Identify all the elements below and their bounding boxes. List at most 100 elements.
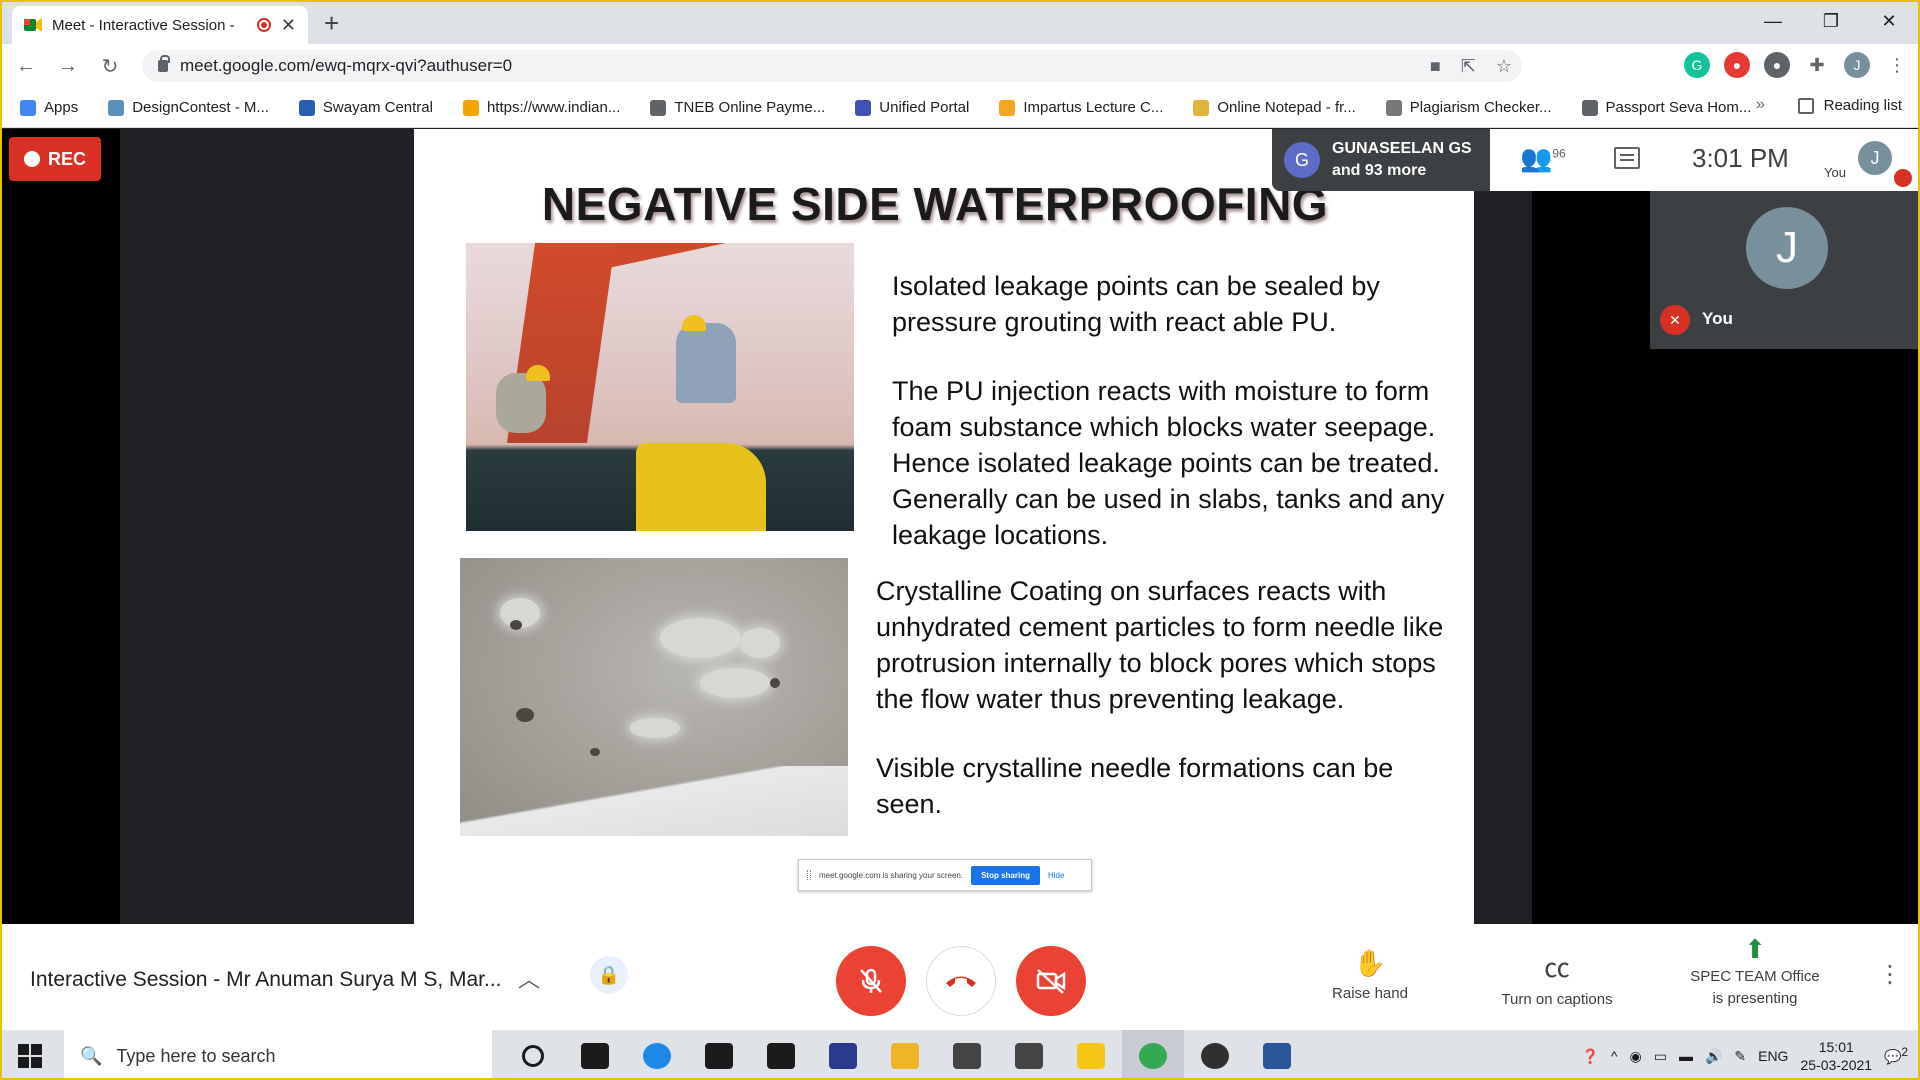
file-explorer-icon[interactable]	[874, 1030, 936, 1078]
bookmark-item[interactable]: Unified Portal	[855, 99, 969, 116]
grammarly-extension-icon[interactable]: G	[1684, 52, 1710, 78]
powershell-icon[interactable]	[812, 1030, 874, 1078]
extension-circle-icon[interactable]: ●	[1764, 52, 1790, 78]
leave-call-button[interactable]	[926, 946, 996, 1016]
slide-paragraph-1: Isolated leakage points can be sealed by…	[892, 271, 1380, 337]
drag-handle-icon[interactable]	[807, 870, 811, 880]
eraser-icon[interactable]	[998, 1030, 1060, 1078]
participants-button[interactable]: 👥96	[1520, 143, 1566, 174]
bookmark-item[interactable]: Impartus Lecture C...	[999, 99, 1163, 116]
battery-icon[interactable]: ▬	[1679, 1048, 1693, 1064]
store-glyph	[705, 1043, 733, 1069]
minimize-button[interactable]: —	[1744, 2, 1802, 40]
meeting-title[interactable]: Interactive Session - Mr Anuman Surya M …	[30, 968, 502, 992]
close-window-button[interactable]: ✕	[1860, 2, 1918, 40]
volume-icon[interactable]: 🔊	[1705, 1048, 1722, 1065]
show-hidden-icons-chevron-icon[interactable]: ^	[1611, 1048, 1618, 1064]
bookmark-item[interactable]: TNEB Online Payme...	[650, 99, 825, 116]
network-icon[interactable]: ▭	[1654, 1048, 1667, 1065]
bookmark-item[interactable]: Passport Seva Hom...	[1581, 99, 1751, 116]
self-video-tile[interactable]: J ✕ You	[1650, 191, 1918, 349]
bookmark-item[interactable]: DesignContest - M...	[108, 99, 269, 116]
new-tab-button[interactable]: +	[324, 8, 339, 39]
meeting-clock: 3:01 PM	[1692, 143, 1789, 173]
word-icon[interactable]	[1246, 1030, 1308, 1078]
edge-icon[interactable]	[626, 1030, 688, 1078]
taskbar-search[interactable]: 🔍 Type here to search	[64, 1030, 492, 1078]
mail-icon[interactable]	[936, 1030, 998, 1078]
bookmark-item[interactable]: Online Notepad - fr...	[1193, 99, 1356, 116]
imovie-star-glyph	[1077, 1043, 1105, 1069]
address-bar[interactable]: meet.google.com/ewq-mqrx-qvi?authuser=0 …	[142, 50, 1522, 82]
unmute-microphone-button[interactable]	[836, 946, 906, 1016]
language-indicator[interactable]: ENG	[1758, 1048, 1788, 1064]
bookmark-favicon-icon	[855, 99, 872, 116]
closed-captions-icon: ㏄	[1543, 953, 1570, 983]
chrome-menu-icon[interactable]: ⋮	[1884, 52, 1910, 78]
turn-on-camera-button[interactable]	[1016, 946, 1086, 1016]
bookmark-star-icon[interactable]: ☆	[1496, 56, 1512, 77]
extension-icon[interactable]: ●	[1724, 52, 1750, 78]
restore-button[interactable]: ❐	[1802, 2, 1860, 40]
more-bookmarks-chevron-icon[interactable]: »	[1756, 96, 1765, 114]
bookmark-item[interactable]: https://www.indian...	[462, 99, 621, 116]
stop-sharing-button[interactable]: Stop sharing	[971, 865, 1040, 885]
camera-icon[interactable]: ■	[1430, 56, 1441, 77]
task-view-glyph	[581, 1043, 609, 1069]
help-icon[interactable]: ❓	[1581, 1048, 1598, 1065]
chat-icon[interactable]	[1614, 147, 1640, 169]
host-controls-shield-icon[interactable]: 🔒	[590, 956, 628, 994]
store-icon[interactable]	[688, 1030, 750, 1078]
participant-count: 96	[1552, 146, 1566, 161]
taskbar-clock[interactable]: 15:01 25-03-2021	[1800, 1038, 1872, 1074]
dropbox-icon[interactable]	[750, 1030, 812, 1078]
chevron-up-icon[interactable]: ︿	[518, 962, 540, 994]
bookmark-item[interactable]: Swayam Central	[298, 99, 433, 116]
bookmark-item[interactable]: Plagiarism Checker...	[1385, 99, 1552, 116]
webcam-icon[interactable]: ◉	[1629, 1048, 1641, 1065]
reload-button[interactable]: ↻	[92, 54, 128, 79]
raise-hand-button[interactable]: ✋ Raise hand	[1320, 948, 1420, 1002]
reading-list[interactable]: Reading list	[1797, 97, 1902, 114]
captions-button[interactable]: ㏄ Turn on captions	[1482, 948, 1632, 1008]
browser-toolbar: ← → ↻ meet.google.com/ewq-mqrx-qvi?authu…	[2, 44, 1918, 88]
taskbar-time: 15:01	[1818, 1039, 1854, 1055]
notifications-icon[interactable]: 💬2	[1884, 1046, 1908, 1066]
task-view-icon[interactable]	[564, 1030, 626, 1078]
imovie-star-icon[interactable]	[1060, 1030, 1122, 1078]
captions-label: Turn on captions	[1501, 991, 1613, 1008]
close-tab-icon[interactable]: ✕	[281, 15, 296, 36]
tab-title: Meet - Interactive Session -	[52, 16, 235, 34]
back-button[interactable]: ←	[8, 55, 44, 78]
word-glyph	[1263, 1043, 1291, 1069]
open-external-icon[interactable]: ⇱	[1461, 56, 1476, 77]
presenting-button[interactable]: ⬆ SPEC TEAM Office is presenting	[1640, 936, 1870, 1010]
chrome-glyph	[1139, 1043, 1167, 1069]
reading-list-label: Reading list	[1823, 97, 1902, 114]
hide-sharing-bar-button[interactable]: Hide	[1048, 871, 1064, 880]
pen-icon[interactable]: ✎	[1734, 1048, 1746, 1065]
presenting-status: is presenting	[1712, 990, 1798, 1007]
notification-count: 2	[1901, 1046, 1908, 1060]
extensions-puzzle-icon[interactable]: ✚	[1804, 52, 1830, 78]
active-tab[interactable]: Meet - Interactive Session - ✕	[12, 6, 308, 44]
obs-icon[interactable]	[1184, 1030, 1246, 1078]
bookmark-item[interactable]: Apps	[20, 99, 78, 116]
windows-start-icon[interactable]	[18, 1044, 42, 1068]
bookmark-favicon-icon	[20, 99, 36, 116]
lock-icon[interactable]	[158, 55, 170, 72]
bookmark-favicon-icon	[650, 99, 667, 116]
taskbar-date: 25-03-2021	[1800, 1057, 1873, 1073]
bookmark-label: https://www.indian...	[486, 99, 621, 116]
cortana-icon[interactable]	[502, 1030, 564, 1078]
presentation-area: NEGATIVE SIDE WATERPROOFING Isolated lea…	[120, 129, 1532, 924]
you-label: You	[1824, 165, 1846, 180]
bookmark-label: Apps	[44, 99, 79, 116]
profile-avatar[interactable]: J	[1844, 52, 1870, 78]
mic-off-icon: ✕	[1660, 305, 1690, 335]
bookmark-favicon-icon	[999, 99, 1016, 116]
forward-button[interactable]: →	[50, 55, 86, 78]
more-options-icon[interactable]: ⋮	[1878, 960, 1902, 989]
chrome-icon[interactable]	[1122, 1030, 1184, 1078]
presenter-chip[interactable]: G GUNASEELAN GS and 93 more	[1272, 129, 1490, 191]
